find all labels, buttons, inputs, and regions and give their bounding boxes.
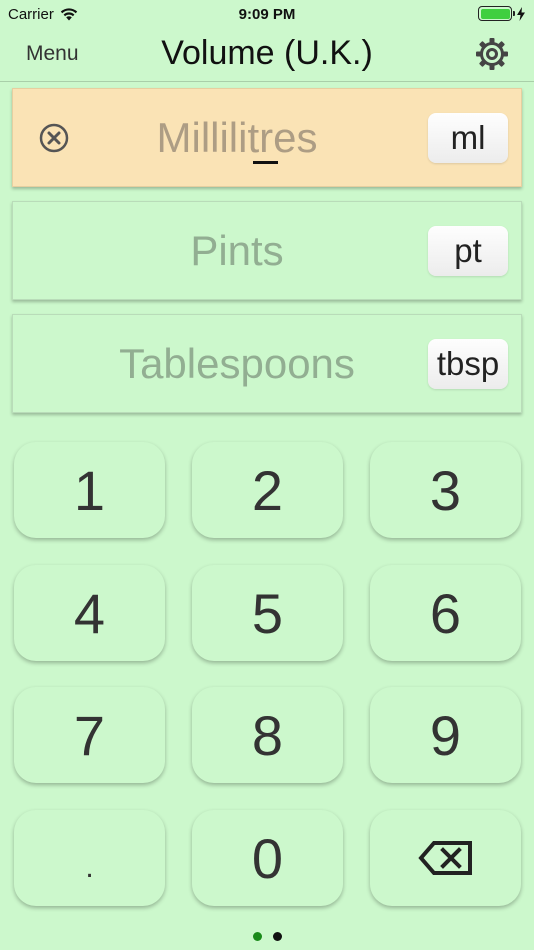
key-1[interactable]: 1 [14,442,165,538]
unit-abbr-button[interactable]: ml [428,113,508,163]
key-3[interactable]: 3 [370,442,521,538]
backspace-key[interactable] [370,810,521,906]
key-4[interactable]: 4 [14,565,165,661]
page-dot-1[interactable] [252,932,262,941]
status-right [478,6,526,21]
key-9[interactable]: 9 [370,687,521,783]
status-bar: Carrier 9:09 PM [0,0,534,28]
key-0[interactable]: 0 [192,810,343,906]
page-title: Volume (U.K.) [161,34,373,72]
key-6[interactable]: 6 [370,565,521,661]
key-8[interactable]: 8 [192,687,343,783]
unit-row-millilitres[interactable]: Millilitres ml [12,88,522,187]
unit-abbr-button[interactable]: tbsp [428,339,508,389]
unit-row-tablespoons[interactable]: Tablespoons tbsp [12,314,522,413]
text-cursor [253,161,278,164]
battery-fill [480,8,510,19]
backspace-icon [417,841,472,875]
unit-row-pints[interactable]: Pints pt [12,201,522,300]
key-decimal[interactable]: . [14,810,165,906]
battery-icon [478,6,515,21]
nav-bar: Menu Volume (U.K.) [0,28,534,82]
status-time: 9:09 PM [238,6,296,23]
key-2[interactable]: 2 [192,442,343,538]
charging-bolt-icon [517,6,525,21]
unit-label: Tablespoons [119,339,355,387]
unit-label: Millilitres [156,113,318,161]
gear-icon[interactable] [474,36,510,72]
page-dot-2[interactable] [272,932,282,941]
key-5[interactable]: 5 [192,565,343,661]
unit-abbr-button[interactable]: pt [428,226,508,276]
unit-label: Pints [190,226,284,274]
page-indicator[interactable] [0,932,534,941]
key-7[interactable]: 7 [14,687,165,783]
